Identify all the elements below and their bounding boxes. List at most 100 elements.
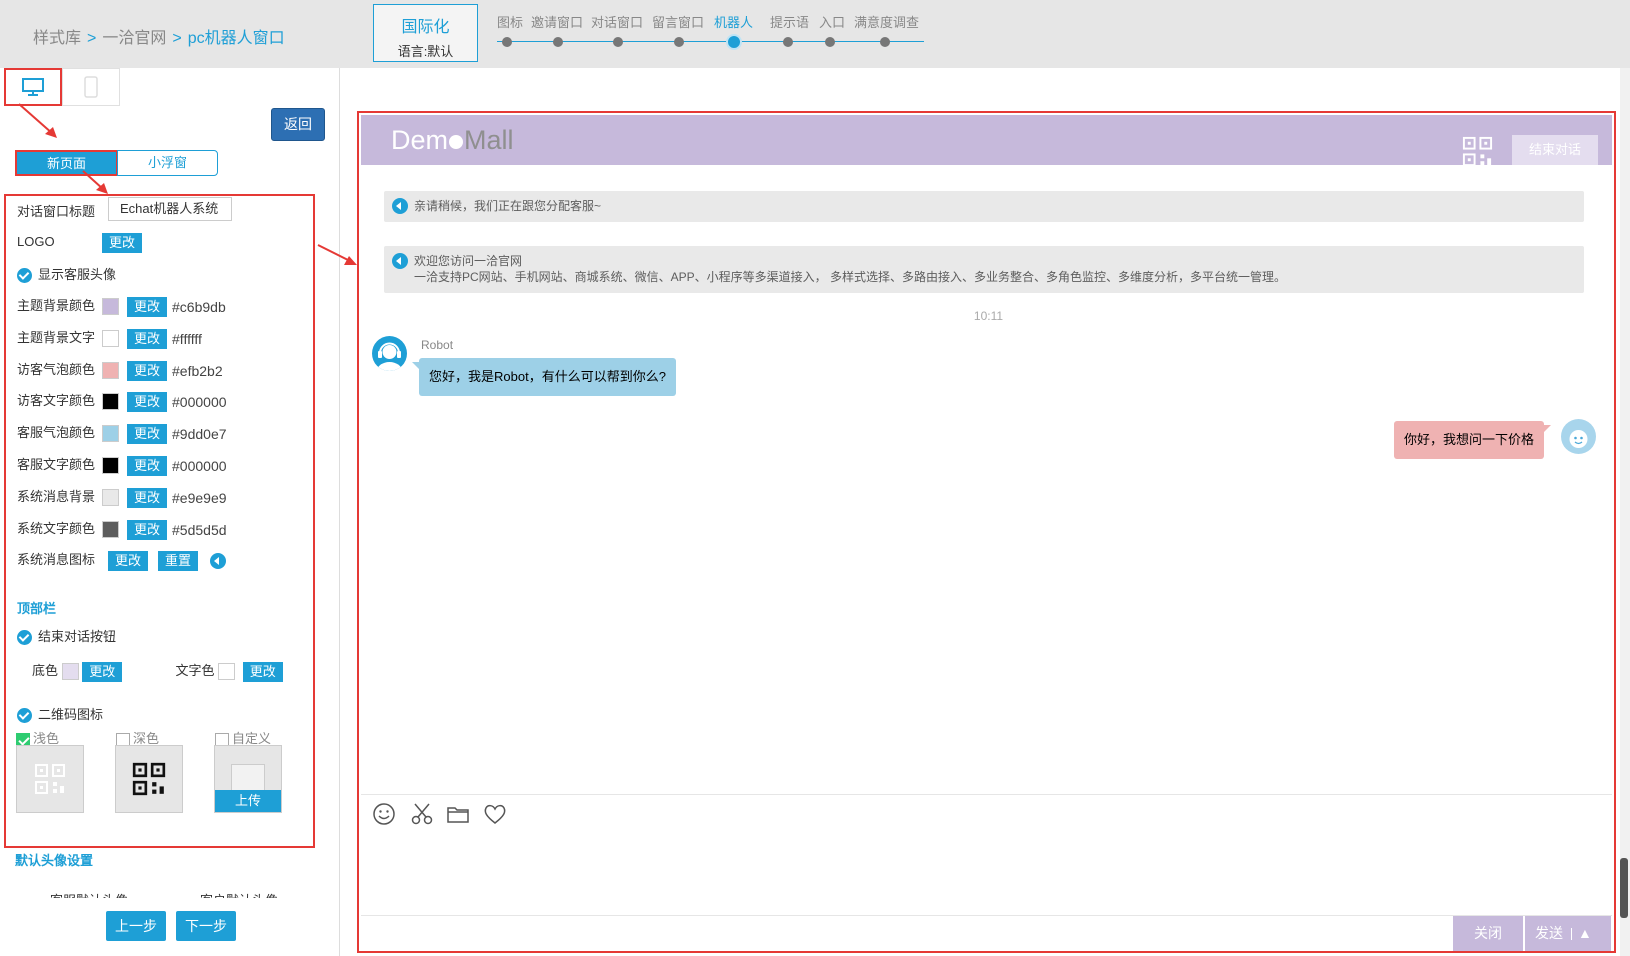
- emoji-icon[interactable]: [371, 801, 397, 827]
- color-row: 客服气泡颜色 更改 #9dd0e7: [17, 422, 227, 444]
- step-label: 图标: [497, 15, 524, 30]
- step-label: 机器人: [714, 15, 754, 30]
- float-window-mode-button[interactable]: 小浮窗: [117, 150, 218, 176]
- color-hex: #e9e9e9: [172, 489, 227, 506]
- step-label: 满意度调查: [854, 15, 920, 30]
- end-chat-button[interactable]: 结束对话: [1512, 135, 1598, 165]
- step-dot-active: [726, 34, 742, 50]
- color-swatch: [102, 330, 119, 348]
- new-page-mode-button[interactable]: 新页面: [15, 150, 118, 176]
- system-message: 亲请稍候，我们正在跟您分配客服~: [384, 191, 1584, 222]
- step-satisfaction[interactable]: 满意度调查: [854, 12, 920, 47]
- color-swatch: [102, 393, 119, 411]
- color-change-button[interactable]: 更改: [127, 360, 168, 381]
- upload-button[interactable]: 上传: [215, 790, 281, 812]
- back-button[interactable]: 返回: [271, 108, 325, 141]
- sys-icon-row: 系统消息图标 更改 重置: [17, 549, 227, 571]
- robot-avatar: [372, 336, 407, 371]
- qr-dark-tile[interactable]: [115, 745, 183, 813]
- logo-o-icon: [449, 134, 464, 149]
- prev-step-button[interactable]: 上一步: [106, 911, 166, 941]
- scrollbar-thumb[interactable]: [1620, 858, 1628, 918]
- send-label: 发送: [1535, 925, 1563, 941]
- agent-avatar-label: 客服默认头像: [50, 890, 128, 898]
- step-tips[interactable]: 提示语: [770, 12, 810, 47]
- qr-toggle[interactable]: 二维码图标: [17, 704, 103, 724]
- color-hex: #000000: [172, 393, 227, 410]
- color-hex: #5d5d5d: [172, 521, 227, 538]
- close-button[interactable]: 关闭: [1453, 916, 1523, 951]
- breadcrumb-item-site[interactable]: 一洽官网: [102, 30, 166, 47]
- robot-message-bubble: 您好，我是Robot，有什么可以帮到你么?: [412, 358, 676, 396]
- logo-label: LOGO: [17, 234, 55, 250]
- color-change-button[interactable]: 更改: [127, 328, 168, 349]
- end-bg-change-button[interactable]: 更改: [82, 661, 123, 682]
- color-row: 系统文字颜色 更改 #5d5d5d: [17, 518, 227, 540]
- visitor-message-bubble: 你好，我想问一下价格: [1393, 421, 1552, 459]
- step-robot[interactable]: 机器人: [714, 12, 754, 50]
- color-change-button[interactable]: 更改: [127, 487, 168, 508]
- robot-name: Robot: [421, 338, 454, 352]
- qr-dark-icon: [132, 762, 166, 796]
- i18n-button[interactable]: 国际化 语言:默认: [373, 4, 478, 62]
- color-change-button[interactable]: 更改: [127, 519, 168, 540]
- step-dot: [502, 37, 512, 47]
- color-row: 访客文字颜色 更改 #000000: [17, 390, 227, 412]
- color-label: 客服气泡颜色: [17, 425, 96, 440]
- qr-code-icon[interactable]: [1461, 135, 1494, 168]
- end-button-toggle[interactable]: 结束对话按钮: [17, 626, 116, 646]
- demomall-logo: Dem Mall: [391, 125, 514, 156]
- step-chat-window[interactable]: 对话窗口: [591, 12, 643, 47]
- customer-avatar-label: 客户默认头像: [200, 890, 278, 898]
- folder-icon[interactable]: [445, 801, 471, 827]
- end-text-change-button[interactable]: 更改: [242, 661, 283, 682]
- step-icon[interactable]: 图标: [497, 12, 524, 47]
- pc-device-tab[interactable]: [4, 68, 62, 106]
- next-step-button[interactable]: 下一步: [176, 911, 236, 941]
- toolbar-divider: [361, 794, 1612, 795]
- mobile-device-tab[interactable]: [62, 68, 120, 106]
- monitor-icon: [22, 78, 44, 96]
- breadcrumb-item-library[interactable]: 样式库: [33, 30, 81, 47]
- step-dot: [674, 37, 684, 47]
- breadcrumb-item-current: pc机器人窗口: [187, 30, 285, 47]
- color-change-button[interactable]: 更改: [127, 391, 168, 412]
- step-dot: [880, 37, 890, 47]
- speaker-icon: [392, 253, 408, 269]
- check-icon[interactable]: [17, 630, 32, 646]
- window-title-input[interactable]: Echat机器人系统: [108, 197, 232, 221]
- visitor-avatar: [1561, 419, 1596, 454]
- color-label: 系统消息背景: [17, 489, 96, 504]
- color-swatch: [102, 521, 119, 539]
- step-label: 提示语: [770, 15, 810, 30]
- color-change-button[interactable]: 更改: [127, 296, 168, 317]
- scissors-icon[interactable]: [409, 801, 435, 827]
- check-icon[interactable]: [17, 708, 32, 724]
- step-dot: [553, 37, 563, 47]
- sys-icon-reset-button[interactable]: 重置: [158, 550, 199, 571]
- step-invite-window[interactable]: 邀请窗口: [531, 12, 583, 47]
- bg-color-label: 底色: [32, 663, 59, 678]
- logo-change-button[interactable]: 更改: [102, 233, 143, 253]
- check-icon[interactable]: [17, 268, 32, 284]
- speaker-icon: [392, 198, 408, 214]
- breadcrumb-separator: >: [87, 30, 97, 47]
- send-button[interactable]: 发送 ▲: [1525, 916, 1611, 951]
- qr-light-tile[interactable]: [16, 745, 84, 813]
- send-options-arrow-icon[interactable]: ▲: [1578, 925, 1592, 941]
- color-swatch: [102, 298, 119, 316]
- show-avatar-row[interactable]: 显示客服头像: [17, 264, 116, 284]
- upload-placeholder: [231, 764, 265, 792]
- step-message-window[interactable]: 留言窗口: [652, 12, 704, 47]
- sys-icon-change-button[interactable]: 更改: [108, 550, 149, 571]
- page-scrollbar[interactable]: [1620, 68, 1630, 956]
- qr-option-label: 深色: [133, 731, 160, 746]
- color-label: 系统文字颜色: [17, 521, 96, 536]
- color-change-button[interactable]: 更改: [127, 455, 168, 476]
- color-change-button[interactable]: 更改: [127, 423, 168, 444]
- color-hex: #000000: [172, 457, 227, 474]
- avatar-section-title: 默认头像设置: [15, 853, 94, 868]
- text-color-label: 文字色: [175, 663, 215, 678]
- step-entry[interactable]: 入口: [819, 12, 845, 47]
- heart-icon[interactable]: [482, 801, 508, 827]
